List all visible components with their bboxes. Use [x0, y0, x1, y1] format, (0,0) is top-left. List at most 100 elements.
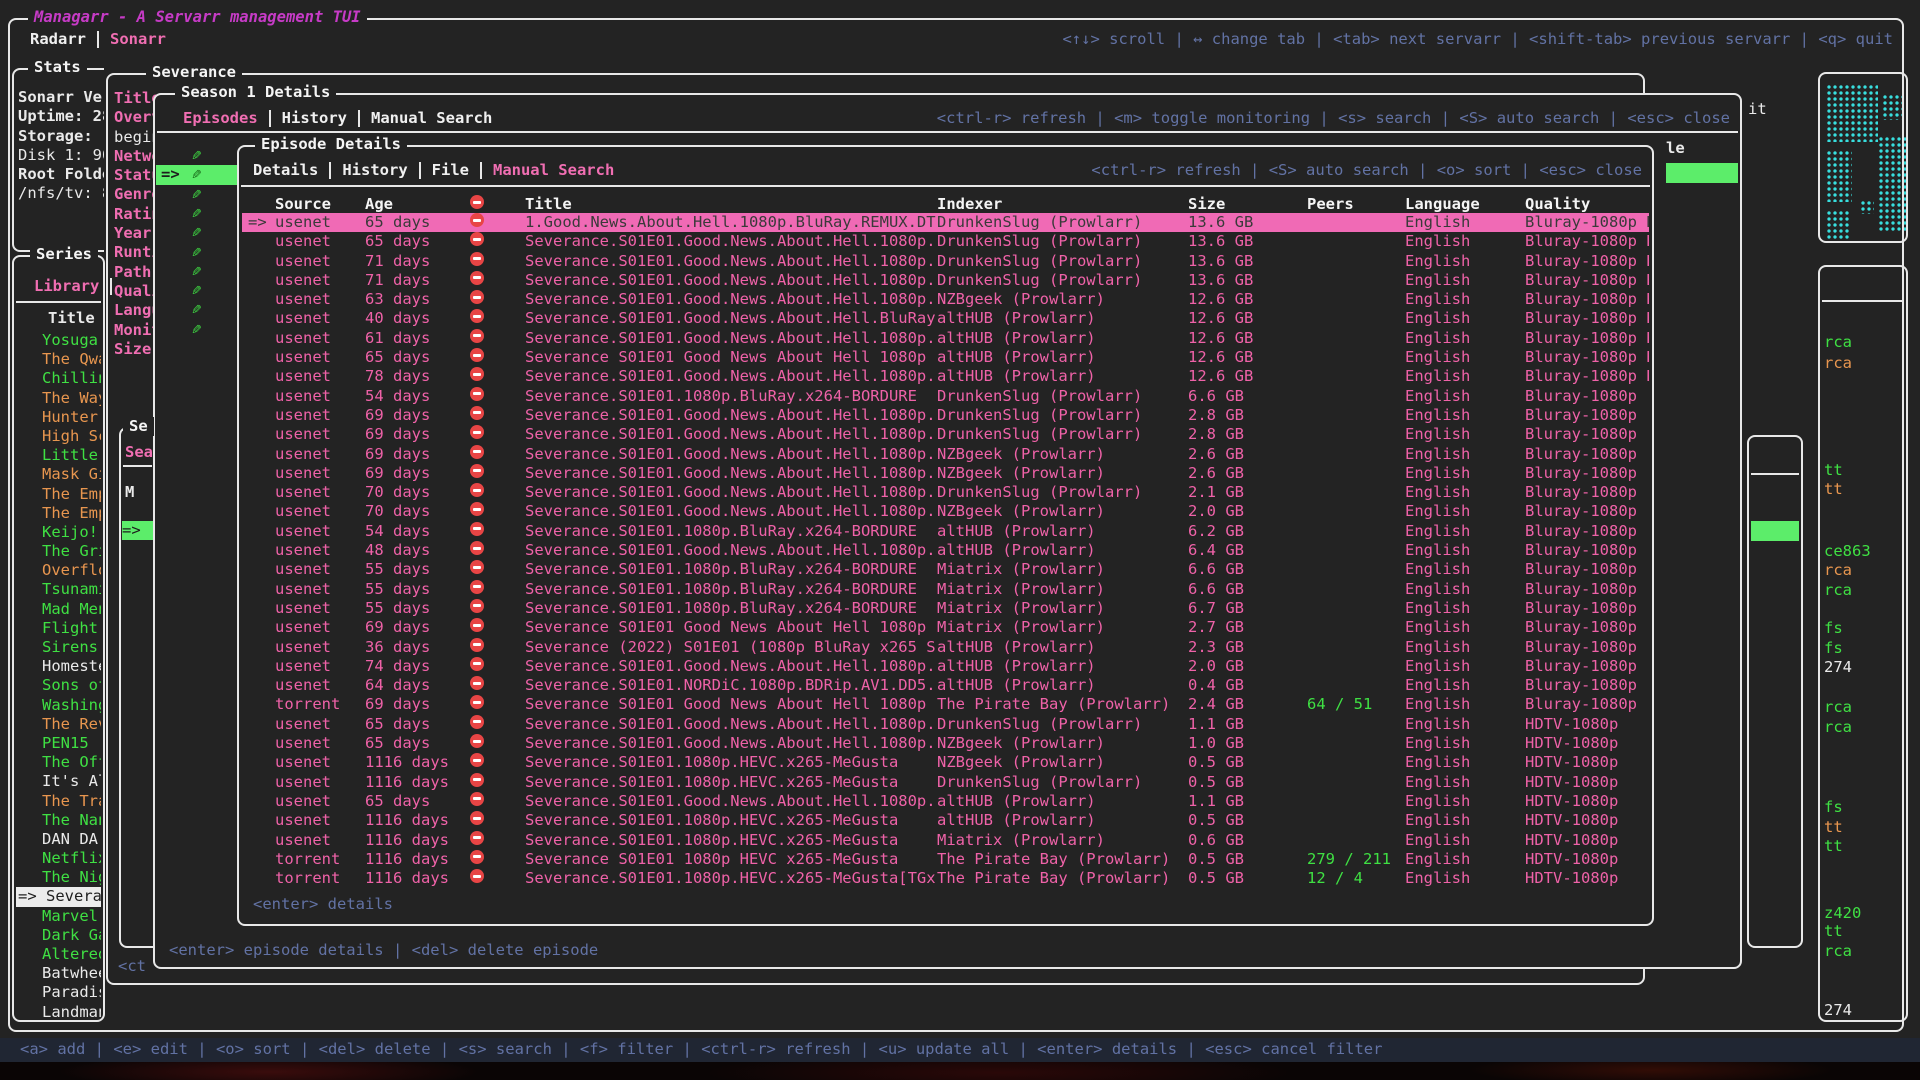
- episode-row-fragment[interactable]: ✎: [156, 281, 240, 300]
- episode-row-fragment[interactable]: ✎: [156, 262, 240, 281]
- series-list-item[interactable]: Marvel': [16, 907, 101, 926]
- release-row[interactable]: usenet65 daysSeverance.S01E01.Good.News.…: [242, 734, 1649, 753]
- series-list-item[interactable]: Hunter: [16, 408, 101, 427]
- series-list-item[interactable]: Netflix: [16, 849, 101, 868]
- release-row[interactable]: usenet65 daysSeverance.S01E01.Good.News.…: [242, 792, 1649, 811]
- series-list-item[interactable]: It's Al: [16, 772, 101, 791]
- release-row[interactable]: usenet55 daysSeverance.S01E01.1080p.BluR…: [242, 560, 1649, 579]
- episode-row-fragment[interactable]: ✎: [156, 300, 240, 319]
- series-list-item[interactable]: Altered: [16, 945, 101, 964]
- release-row[interactable]: usenet63 daysSeverance.S01E01.Good.News.…: [242, 290, 1649, 309]
- release-row[interactable]: usenet69 daysSeverance.S01E01.Good.News.…: [242, 406, 1649, 425]
- release-quality: Bluray-1080p: [1525, 618, 1649, 637]
- series-list-item[interactable]: The Nig: [16, 868, 101, 887]
- series-list-item[interactable]: The Gri: [16, 542, 101, 561]
- episode-row-fragment[interactable]: ✎: [156, 146, 240, 165]
- tab-manual-search[interactable]: Manual Search: [371, 109, 492, 128]
- tab-episodes[interactable]: Episodes: [183, 109, 258, 128]
- release-row[interactable]: torrent69 daysSeverance S01E01 Good News…: [242, 695, 1649, 714]
- release-row[interactable]: usenet71 daysSeverance.S01E01.Good.News.…: [242, 252, 1649, 271]
- release-row[interactable]: usenet55 daysSeverance.S01E01.1080p.BluR…: [242, 599, 1649, 618]
- episode-row-fragment[interactable]: ✎: [156, 185, 240, 204]
- series-list-item[interactable]: => Severan: [16, 887, 101, 906]
- series-list-item[interactable]: The Nan: [16, 811, 101, 830]
- episode-row-fragment[interactable]: ✎: [156, 320, 240, 339]
- series-list-item[interactable]: Mad Men: [16, 600, 101, 619]
- series-list-item[interactable]: Washing: [16, 696, 101, 715]
- series-list-item[interactable]: Homeste: [16, 657, 101, 676]
- series-list-item[interactable]: Little: [16, 446, 101, 465]
- series-list-item[interactable]: The Tra: [16, 792, 101, 811]
- release-row[interactable]: torrent1116 daysSeverance S01E01 1080p H…: [242, 850, 1649, 869]
- tab-manual-search[interactable]: Manual Search: [493, 161, 614, 180]
- series-list-item[interactable]: Flight: [16, 619, 101, 638]
- tab-radarr[interactable]: Radarr: [30, 30, 86, 49]
- series-list-item[interactable]: The Qwa: [16, 350, 101, 369]
- series-list-item[interactable]: The Emp: [16, 485, 101, 504]
- release-row[interactable]: usenet1116 daysSeverance.S01E01.1080p.HE…: [242, 773, 1649, 792]
- release-row[interactable]: usenet65 daysSeverance.S01E01.Good.News.…: [242, 715, 1649, 734]
- release-row[interactable]: usenet55 daysSeverance.S01E01.1080p.BluR…: [242, 580, 1649, 599]
- series-list-item[interactable]: PEN15: [16, 734, 101, 753]
- release-rejected: [470, 541, 525, 560]
- release-row[interactable]: usenet65 daysSeverance.S01E01.Good.News.…: [242, 232, 1649, 251]
- rejected-icon: [470, 773, 484, 787]
- series-list-item[interactable]: The Way: [16, 389, 101, 408]
- series-list-item[interactable]: The Off: [16, 753, 101, 772]
- series-list-item[interactable]: Sons of: [16, 676, 101, 695]
- series-list-item[interactable]: The Rev: [16, 715, 101, 734]
- series-list-item[interactable]: Chillin: [16, 369, 101, 388]
- release-row[interactable]: usenet70 daysSeverance.S01E01.Good.News.…: [242, 502, 1649, 521]
- release-row[interactable]: usenet54 daysSeverance.S01E01.1080p.BluR…: [242, 522, 1649, 541]
- series-list-item[interactable]: High Sc: [16, 427, 101, 446]
- release-row[interactable]: usenet1116 daysSeverance.S01E01.1080p.HE…: [242, 753, 1649, 772]
- tab-details[interactable]: Details: [253, 161, 318, 180]
- release-row[interactable]: usenet1116 daysSeverance.S01E01.1080p.HE…: [242, 811, 1649, 830]
- series-list-item[interactable]: The Emp: [16, 504, 101, 523]
- release-row[interactable]: usenet65 daysSeverance S01E01 Good News …: [242, 348, 1649, 367]
- release-row[interactable]: usenet70 daysSeverance.S01E01.Good.News.…: [242, 483, 1649, 502]
- release-row[interactable]: usenet54 daysSeverance.S01E01.1080p.BluR…: [242, 387, 1649, 406]
- series-list-item[interactable]: DAN DA: [16, 830, 101, 849]
- series-list-item[interactable]: Yosuga: [16, 331, 101, 350]
- release-language: English: [1405, 522, 1525, 541]
- release-row[interactable]: usenet78 daysSeverance.S01E01.Good.News.…: [242, 367, 1649, 386]
- series-list-item[interactable]: Sirens: [16, 638, 101, 657]
- release-row[interactable]: usenet69 daysSeverance.S01E01.Good.News.…: [242, 445, 1649, 464]
- release-row[interactable]: usenet69 daysSeverance.S01E01.Good.News.…: [242, 464, 1649, 483]
- release-row[interactable]: usenet74 daysSeverance.S01E01.Good.News.…: [242, 657, 1649, 676]
- tab-history[interactable]: History: [282, 109, 347, 128]
- series-list-item[interactable]: Landman: [16, 1003, 101, 1022]
- tab-library[interactable]: Library: [34, 277, 99, 296]
- release-row[interactable]: usenet71 daysSeverance.S01E01.Good.News.…: [242, 271, 1649, 290]
- series-list-item[interactable]: Mask Gi: [16, 465, 101, 484]
- release-row[interactable]: torrent1116 daysSeverance.S01E01.1080p.H…: [242, 869, 1649, 888]
- episode-row-fragment[interactable]: ✎: [156, 223, 240, 242]
- series-list-item[interactable]: Paradis: [16, 983, 101, 1002]
- release-row[interactable]: usenet64 daysSeverance.S01E01.NORDiC.108…: [242, 676, 1649, 695]
- monitored-icon: ✎: [192, 204, 201, 223]
- release-indexer: The Pirate Bay (Prowlarr): [937, 695, 1188, 714]
- release-row[interactable]: usenet69 daysSeverance S01E01 Good News …: [242, 618, 1649, 637]
- release-rejected: [470, 831, 525, 850]
- episode-row-fragment[interactable]: ✎: [156, 243, 240, 262]
- series-list-item[interactable]: Overflo: [16, 561, 101, 580]
- tab-history[interactable]: History: [342, 161, 407, 180]
- release-row[interactable]: usenet61 daysSeverance.S01E01.Good.News.…: [242, 329, 1649, 348]
- release-row[interactable]: usenet69 daysSeverance.S01E01.Good.News.…: [242, 425, 1649, 444]
- release-row[interactable]: usenet40 daysSeverance.S01E01.Good.News.…: [242, 309, 1649, 328]
- series-list-item[interactable]: Batwhee: [16, 964, 101, 983]
- episode-row-fragment[interactable]: =>✎: [156, 165, 240, 184]
- rejected-icon: [470, 715, 484, 729]
- release-row[interactable]: usenet48 daysSeverance.S01E01.Good.News.…: [242, 541, 1649, 560]
- release-row[interactable]: =>usenet65 days1.Good.News.About.Hell.10…: [242, 213, 1649, 232]
- release-row[interactable]: usenet36 daysSeverance (2022) S01E01 (10…: [242, 638, 1649, 657]
- tab-file[interactable]: File: [432, 161, 469, 180]
- release-title: Severance.S01E01.Good.News.About.Hell.10…: [525, 792, 937, 811]
- series-list-item[interactable]: Dark Ga: [16, 926, 101, 945]
- release-row[interactable]: usenet1116 daysSeverance.S01E01.1080p.HE…: [242, 831, 1649, 850]
- tab-sonarr[interactable]: Sonarr: [110, 30, 166, 49]
- series-list-item[interactable]: Keijo!!: [16, 523, 101, 542]
- series-list-item[interactable]: Tsunami: [16, 580, 101, 599]
- episode-row-fragment[interactable]: ✎: [156, 204, 240, 223]
